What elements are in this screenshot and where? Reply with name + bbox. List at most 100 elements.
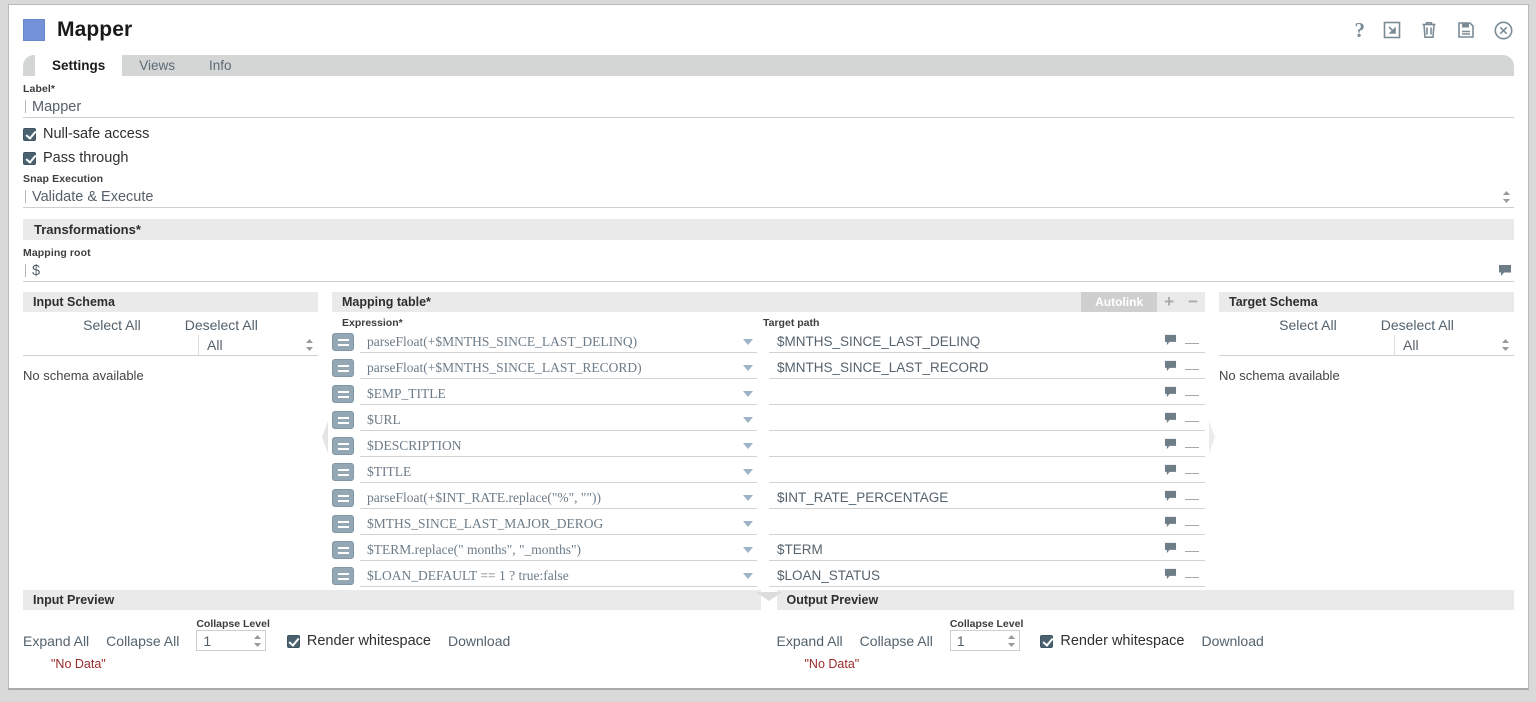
comment-icon[interactable] — [1164, 541, 1177, 559]
expression-toggle-icon[interactable] — [332, 463, 354, 481]
comment-icon[interactable] — [1164, 437, 1177, 455]
expression-input[interactable]: parseFloat(+$MNTHS_SINCE_LAST_DELINQ) — [360, 331, 757, 353]
stepper-icon[interactable] — [305, 338, 314, 352]
stepper-icon[interactable] — [253, 634, 262, 648]
save-icon[interactable] — [1456, 20, 1476, 40]
tab-views[interactable]: Views — [122, 55, 192, 76]
target-path-input[interactable]: — — [769, 435, 1205, 457]
remove-row-icon[interactable]: — — [1185, 363, 1199, 373]
expression-input[interactable]: $MTHS_SINCE_LAST_MAJOR_DEROG — [360, 513, 757, 535]
expression-toggle-icon[interactable] — [332, 333, 354, 351]
target-schema-scope-select[interactable]: All — [1394, 335, 1514, 356]
expression-input[interactable]: $LOAN_DEFAULT == 1 ? true:false — [360, 565, 757, 587]
input-deselect-all-link[interactable]: Deselect All — [185, 317, 258, 333]
tab-info[interactable]: Info — [192, 55, 249, 76]
input-download-link[interactable]: Download — [448, 633, 510, 651]
pass-through-checkbox[interactable]: Pass through — [23, 150, 1514, 166]
chevron-down-icon[interactable] — [743, 547, 753, 553]
input-collapse-all-link[interactable]: Collapse All — [106, 633, 179, 651]
remove-row-icon[interactable]: — — [1185, 337, 1199, 347]
collapse-input-panel-handle[interactable] — [318, 292, 332, 582]
expression-toggle-icon[interactable] — [332, 489, 354, 507]
target-path-input[interactable]: — — [769, 409, 1205, 431]
target-select-all-link[interactable]: Select All — [1279, 317, 1337, 333]
chevron-down-icon[interactable] — [743, 417, 753, 423]
chevron-down-icon[interactable] — [743, 495, 753, 501]
input-schema-scope-select[interactable]: All — [198, 335, 318, 356]
comment-icon[interactable] — [1164, 515, 1177, 533]
target-path-input[interactable]: $MNTHS_SINCE_LAST_RECORD — — [769, 357, 1205, 379]
delete-icon[interactable] — [1419, 20, 1439, 40]
autolink-button[interactable]: Autolink — [1081, 292, 1157, 312]
input-expand-all-link[interactable]: Expand All — [23, 633, 89, 651]
comment-icon[interactable] — [1164, 463, 1177, 481]
remove-row-icon[interactable]: — — [1185, 415, 1199, 425]
expression-input[interactable]: $URL — [360, 409, 757, 431]
comment-icon[interactable] — [1164, 567, 1177, 585]
expression-toggle-icon[interactable] — [332, 385, 354, 403]
input-render-whitespace-checkbox[interactable]: Render whitespace — [287, 633, 431, 651]
target-path-input[interactable]: $TERM — — [769, 539, 1205, 561]
expression-toggle-icon[interactable] — [332, 411, 354, 429]
remove-row-icon[interactable]: — — [1185, 467, 1199, 477]
target-path-input[interactable]: $MNTHS_SINCE_LAST_DELINQ — — [769, 331, 1205, 353]
close-icon[interactable] — [1493, 20, 1514, 41]
comment-icon[interactable] — [1164, 359, 1177, 377]
target-path-input[interactable]: $INT_RATE_PERCENTAGE — — [769, 487, 1205, 509]
chevron-down-icon[interactable] — [743, 521, 753, 527]
remove-row-icon[interactable]: — — [1185, 441, 1199, 451]
expression-toggle-icon[interactable] — [332, 437, 354, 455]
snap-execution-select[interactable]: Validate & Execute — [23, 186, 1514, 208]
tab-settings[interactable]: Settings — [35, 55, 122, 76]
expression-toggle-icon[interactable] — [332, 515, 354, 533]
expression-input[interactable]: $TERM.replace(" months", "_months") — [360, 539, 757, 561]
target-path-input[interactable]: — — [769, 383, 1205, 405]
remove-row-icon[interactable]: — — [1185, 389, 1199, 399]
scroll-down-icon[interactable] — [332, 591, 1205, 602]
import-icon[interactable] — [1382, 20, 1402, 40]
mapping-root-field[interactable]: $ — [23, 260, 1514, 282]
chevron-down-icon[interactable] — [743, 365, 753, 371]
chevron-down-icon[interactable] — [743, 469, 753, 475]
output-collapse-all-link[interactable]: Collapse All — [860, 633, 933, 651]
stepper-icon[interactable] — [1007, 634, 1016, 648]
collapse-target-panel-handle[interactable] — [1205, 292, 1219, 582]
remove-row-icon[interactable]: — — [1185, 571, 1199, 581]
comment-icon[interactable] — [1164, 333, 1177, 351]
remove-row-icon[interactable]: — — [1185, 545, 1199, 555]
expression-input[interactable]: $DESCRIPTION — [360, 435, 757, 457]
comment-icon[interactable] — [1498, 264, 1512, 277]
expression-input[interactable]: $EMP_TITLE — [360, 383, 757, 405]
remove-row-button[interactable]: − — [1181, 292, 1205, 312]
output-expand-all-link[interactable]: Expand All — [777, 633, 843, 651]
input-select-all-link[interactable]: Select All — [83, 317, 141, 333]
expression-toggle-icon[interactable] — [332, 359, 354, 377]
expression-input[interactable]: parseFloat(+$INT_RATE.replace("%", "")) — [360, 487, 757, 509]
output-download-link[interactable]: Download — [1202, 633, 1264, 651]
target-path-input[interactable]: $LOAN_STATUS — — [769, 565, 1205, 587]
expression-input[interactable]: parseFloat(+$MNTHS_SINCE_LAST_RECORD) — [360, 357, 757, 379]
target-deselect-all-link[interactable]: Deselect All — [1381, 317, 1454, 333]
comment-icon[interactable] — [1164, 489, 1177, 507]
target-schema-filter-input[interactable] — [1219, 335, 1394, 356]
input-collapse-level-input[interactable]: 1 — [196, 630, 266, 651]
label-field[interactable]: Mapper — [23, 96, 1514, 118]
input-schema-filter-input[interactable] — [23, 335, 198, 356]
help-icon[interactable]: ? — [1355, 20, 1366, 40]
chevron-down-icon[interactable] — [743, 573, 753, 579]
expression-toggle-icon[interactable] — [332, 567, 354, 585]
remove-row-icon[interactable]: — — [1185, 519, 1199, 529]
target-path-input[interactable]: — — [769, 461, 1205, 483]
chevron-down-icon[interactable] — [743, 339, 753, 345]
chevron-down-icon[interactable] — [743, 391, 753, 397]
output-render-whitespace-checkbox[interactable]: Render whitespace — [1040, 633, 1184, 651]
comment-icon[interactable] — [1164, 385, 1177, 403]
chevron-down-icon[interactable] — [743, 443, 753, 449]
stepper-icon[interactable] — [1502, 190, 1511, 204]
expression-input[interactable]: $TITLE — [360, 461, 757, 483]
output-collapse-level-input[interactable]: 1 — [950, 630, 1020, 651]
target-path-input[interactable]: — — [769, 513, 1205, 535]
remove-row-icon[interactable]: — — [1185, 493, 1199, 503]
expression-toggle-icon[interactable] — [332, 541, 354, 559]
stepper-icon[interactable] — [1501, 338, 1510, 352]
